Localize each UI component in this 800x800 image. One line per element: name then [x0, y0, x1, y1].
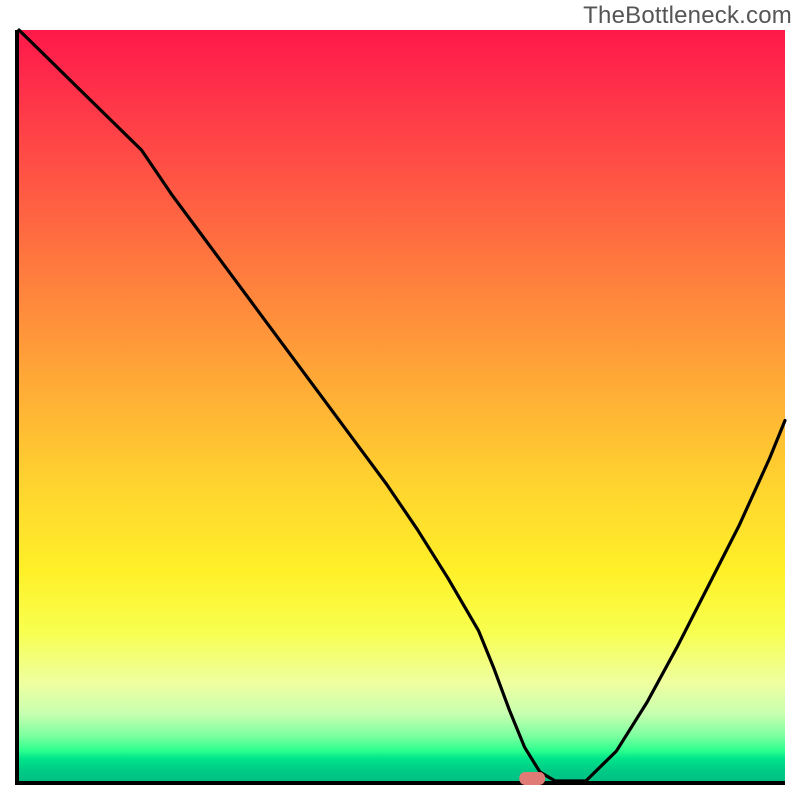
plot-area — [15, 30, 785, 785]
bottleneck-curve-svg — [19, 30, 785, 781]
chart-container: TheBottleneck.com — [0, 0, 800, 800]
bottleneck-curve-path — [19, 30, 785, 781]
watermark-text: TheBottleneck.com — [583, 2, 792, 30]
optimal-marker — [519, 772, 545, 785]
